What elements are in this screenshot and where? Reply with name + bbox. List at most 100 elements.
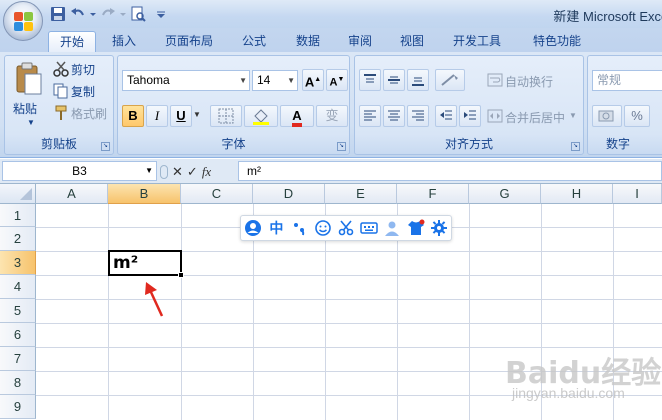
punctuation-icon[interactable]	[290, 218, 308, 238]
tab-review[interactable]: 审阅	[338, 31, 382, 52]
align-middle-button[interactable]	[383, 69, 405, 91]
column-header-a[interactable]: A	[36, 184, 108, 204]
font-name-dropdown-icon[interactable]: ▼	[239, 71, 247, 90]
annotation-arrow-icon	[140, 280, 170, 320]
select-all-corner[interactable]	[0, 184, 36, 204]
tab-formulas[interactable]: 公式	[232, 31, 276, 52]
settings-icon[interactable]	[430, 218, 448, 238]
user-icon[interactable]	[244, 218, 262, 238]
column-header-d[interactable]: D	[253, 184, 325, 204]
font-size-dropdown-icon[interactable]: ▼	[287, 71, 295, 90]
orientation-button[interactable]	[435, 69, 465, 91]
emoji-icon[interactable]	[314, 218, 332, 238]
cut-label[interactable]: 剪切	[71, 61, 95, 78]
wrap-text-label[interactable]: 自动换行	[505, 73, 553, 90]
tab-insert[interactable]: 插入	[102, 31, 146, 52]
customize-icon[interactable]	[156, 6, 166, 22]
title-bar: 新建 Microsoft Excel 2	[0, 0, 662, 28]
tab-special-features[interactable]: 特色功能	[524, 31, 590, 52]
percent-button[interactable]: %	[624, 105, 650, 127]
merge-center-icon[interactable]	[487, 108, 503, 124]
align-left-button[interactable]	[359, 105, 381, 127]
grid-line	[469, 204, 470, 420]
paste-dropdown-icon[interactable]: ▼	[27, 118, 35, 127]
column-header-f[interactable]: F	[397, 184, 469, 204]
row-header-7[interactable]: 7	[0, 347, 36, 371]
office-button[interactable]	[3, 1, 43, 41]
wrap-text-icon[interactable]	[487, 72, 503, 88]
save-icon[interactable]	[50, 6, 66, 22]
redo-dropdown-icon[interactable]	[120, 6, 126, 22]
paste-icon[interactable]	[13, 62, 43, 95]
increase-indent-button[interactable]	[459, 105, 481, 127]
keyboard-icon[interactable]	[360, 218, 378, 238]
phonetic-button[interactable]: 变	[316, 105, 348, 127]
column-header-b[interactable]: B	[108, 184, 181, 204]
row-header-9[interactable]: 9	[0, 395, 36, 419]
format-painter-label[interactable]: 格式刷	[71, 105, 107, 122]
borders-icon	[218, 108, 234, 124]
undo-icon[interactable]	[70, 6, 86, 22]
tab-page-layout[interactable]: 页面布局	[156, 31, 222, 52]
row-header-2[interactable]: 2	[0, 227, 36, 251]
font-color-button[interactable]: A	[280, 105, 314, 127]
print-preview-icon[interactable]	[130, 6, 146, 22]
number-format-combo[interactable]: 常规	[592, 70, 662, 91]
column-header-i[interactable]: I	[613, 184, 662, 204]
fill-color-button[interactable]	[244, 105, 278, 127]
paste-label[interactable]: 粘贴	[13, 100, 37, 117]
decrease-indent-button[interactable]	[435, 105, 457, 127]
cell-b3[interactable]: m²	[108, 250, 182, 276]
shrink-font-button[interactable]: A▼	[326, 69, 348, 91]
column-header-h[interactable]: H	[541, 184, 613, 204]
row-header-3[interactable]: 3	[0, 251, 36, 275]
formula-input[interactable]: m²	[238, 161, 662, 181]
redo-icon[interactable]	[100, 6, 116, 22]
font-size-combo[interactable]: 14 ▼	[252, 70, 298, 91]
merge-center-dropdown-icon[interactable]: ▼	[569, 111, 577, 120]
align-right-button[interactable]	[407, 105, 429, 127]
name-box[interactable]: B3 ▼	[2, 161, 157, 181]
decrease-indent-icon	[440, 110, 452, 120]
column-header-c[interactable]: C	[181, 184, 253, 204]
name-box-dropdown-icon[interactable]: ▼	[145, 162, 153, 180]
tab-developer[interactable]: 开发工具	[444, 31, 510, 52]
align-center-button[interactable]	[383, 105, 405, 127]
currency-button[interactable]	[592, 105, 622, 127]
row-header-8[interactable]: 8	[0, 371, 36, 395]
font-launcher-icon[interactable]: ↘	[337, 142, 346, 151]
format-painter-icon[interactable]	[53, 105, 69, 121]
column-header-e[interactable]: E	[325, 184, 397, 204]
cut-icon[interactable]	[53, 61, 69, 77]
row-header-1[interactable]: 1	[0, 204, 36, 227]
confirm-entry-icon[interactable]: ✓	[187, 164, 198, 180]
clipboard-launcher-icon[interactable]: ↘	[101, 142, 110, 151]
person-icon[interactable]	[383, 218, 401, 238]
tab-home[interactable]: 开始	[48, 31, 96, 52]
cancel-entry-icon[interactable]: ✕	[172, 164, 183, 180]
tab-data[interactable]: 数据	[286, 31, 330, 52]
align-top-button[interactable]	[359, 69, 381, 91]
italic-button[interactable]: I	[146, 105, 168, 127]
row-header-5[interactable]: 5	[0, 299, 36, 323]
undo-dropdown-icon[interactable]	[90, 6, 96, 22]
underline-button[interactable]: U	[170, 105, 192, 127]
underline-dropdown-icon[interactable]: ▼	[193, 110, 201, 119]
fill-handle[interactable]	[178, 272, 184, 278]
merge-center-label[interactable]: 合并后居中	[505, 109, 565, 126]
font-name-combo[interactable]: Tahoma ▼	[122, 70, 250, 91]
scissors-icon[interactable]	[337, 218, 355, 238]
tab-view[interactable]: 视图	[390, 31, 434, 52]
align-bottom-button[interactable]	[407, 69, 429, 91]
grow-font-button[interactable]: A▲	[302, 69, 324, 91]
copy-label[interactable]: 复制	[71, 83, 95, 100]
bold-button[interactable]: B	[122, 105, 144, 127]
insert-function-icon[interactable]: fx	[202, 164, 211, 180]
borders-button[interactable]	[210, 105, 242, 127]
row-header-6[interactable]: 6	[0, 323, 36, 347]
column-header-g[interactable]: G	[469, 184, 541, 204]
shirt-icon[interactable]	[407, 218, 425, 238]
chinese-mode-button[interactable]: 中	[267, 218, 285, 238]
row-header-4[interactable]: 4	[0, 275, 36, 299]
copy-icon[interactable]	[53, 83, 69, 99]
